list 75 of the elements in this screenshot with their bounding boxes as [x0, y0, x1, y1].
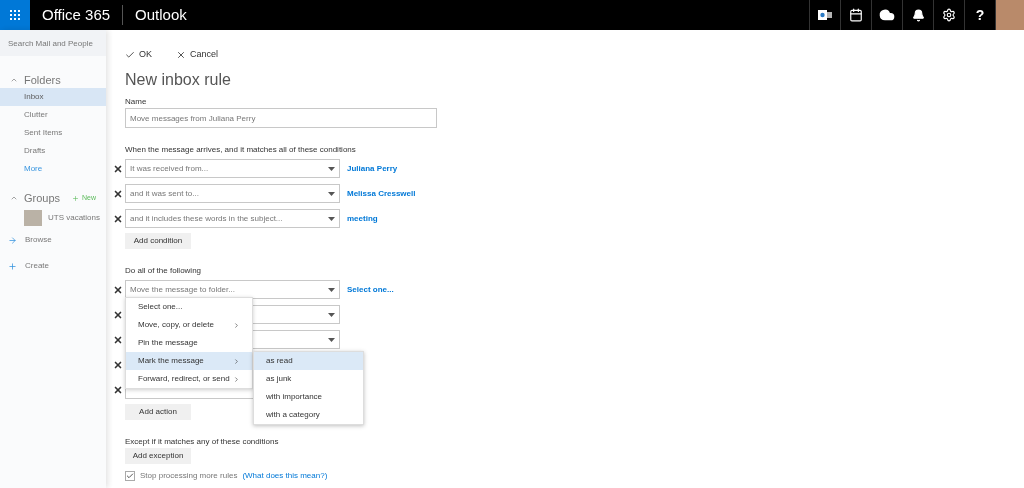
group-photo-placeholder: [24, 210, 42, 226]
menu-item[interactable]: Forward, redirect, or send: [126, 370, 252, 388]
caret-icon: [328, 287, 335, 292]
remove-icon[interactable]: [113, 384, 123, 395]
submenu-item[interactable]: as junk: [254, 370, 363, 388]
more-link[interactable]: More: [0, 160, 106, 178]
remove-icon[interactable]: [113, 284, 123, 295]
cloud-icon[interactable]: [879, 7, 895, 23]
calendar-icon[interactable]: [849, 8, 863, 22]
avatar-photo-placeholder[interactable]: [995, 0, 1024, 30]
menu-item[interactable]: Select one...: [126, 298, 252, 316]
submenu-item[interactable]: as read: [254, 352, 363, 370]
folder-item[interactable]: Drafts: [0, 142, 106, 160]
remove-icon[interactable]: [113, 359, 123, 370]
folder-item[interactable]: Clutter: [0, 106, 106, 124]
menu-item[interactable]: Move, copy, or delete: [126, 316, 252, 334]
check-icon: [125, 50, 135, 60]
name-label: Name: [125, 96, 148, 108]
dropdown-text: and it was sent to...: [130, 187, 199, 200]
skype-icon[interactable]: [818, 9, 832, 21]
dropdown-text: It was received from...: [130, 162, 209, 175]
app-launcher-button[interactable]: [0, 0, 30, 30]
cancel-button[interactable]: Cancel: [176, 48, 219, 62]
remove-icon[interactable]: [113, 188, 123, 199]
dropdown-text: Move the message to folder...: [130, 283, 235, 296]
rule-value-link[interactable]: Juliana Perry: [347, 162, 398, 175]
menu-item[interactable]: Mark the message: [126, 352, 252, 370]
checkbox-label: Stop processing more rules: [140, 470, 238, 482]
caret-icon: [328, 337, 335, 342]
app-title[interactable]: Outlook: [135, 3, 187, 27]
caret-icon: [328, 216, 335, 221]
submenu-item[interactable]: with a category: [254, 406, 363, 424]
remove-icon[interactable]: [113, 163, 123, 174]
actions-label: Do all of the following: [125, 265, 203, 277]
help-icon[interactable]: ?: [975, 4, 985, 26]
remove-icon[interactable]: [113, 213, 123, 224]
rule-dropdown[interactable]: It was received from...: [125, 159, 340, 178]
submenu-item[interactable]: with importance: [254, 388, 363, 406]
brand-title[interactable]: Office 365: [42, 3, 111, 27]
dropdown-text: and it includes these words in the subject...: [130, 212, 283, 225]
rule-dropdown[interactable]: and it was sent to...: [125, 184, 340, 203]
menu-item[interactable]: Pin the message: [126, 334, 252, 352]
ok-button[interactable]: OK: [125, 48, 152, 62]
browse-link[interactable]: Browse: [25, 234, 52, 246]
rule-value-link[interactable]: Melissa Cresswell: [347, 187, 416, 200]
exceptions-label: Except if it matches any of these conditions: [125, 436, 280, 448]
rule-dropdown[interactable]: and it includes these words in the subject...: [125, 209, 340, 228]
add-condition-button[interactable]: Add condition: [125, 233, 191, 249]
rule-value-link[interactable]: meeting: [347, 212, 378, 225]
plus-icon: [8, 261, 17, 271]
conditions-label: When the message arrives, and it matches all of these conditions: [125, 144, 357, 156]
add-exception-button[interactable]: Add exception: [125, 448, 191, 464]
help-link[interactable]: (What does this mean?): [242, 470, 328, 482]
close-icon: [176, 50, 186, 60]
arrow-icon: [8, 235, 17, 245]
rule-value-link[interactable]: Select one...: [347, 283, 394, 296]
groups-heading[interactable]: Groups: [24, 189, 61, 207]
caret-icon: [328, 166, 335, 171]
caret-icon: [328, 312, 335, 317]
create-link[interactable]: Create: [25, 260, 49, 272]
checkbox[interactable]: [125, 471, 135, 481]
remove-icon[interactable]: [113, 334, 123, 345]
add-action-button[interactable]: Add action: [125, 404, 191, 420]
group-item[interactable]: UTS vacations: [48, 212, 101, 224]
bell-icon[interactable]: [911, 8, 925, 22]
remove-icon[interactable]: [113, 309, 123, 320]
page-title: New inbox rule: [125, 70, 232, 90]
folder-item[interactable]: Inbox: [0, 88, 106, 106]
folders-heading[interactable]: Folders: [24, 71, 61, 89]
search-field[interactable]: Search Mail and People: [0, 30, 106, 56]
name-field[interactable]: Move messages from Juliana Perry: [125, 108, 437, 128]
folder-item[interactable]: Sent Items: [0, 124, 106, 142]
caret-icon: [328, 191, 335, 196]
rule-dropdown[interactable]: Move the message to folder...: [125, 280, 340, 299]
settings-icon[interactable]: [942, 8, 956, 22]
